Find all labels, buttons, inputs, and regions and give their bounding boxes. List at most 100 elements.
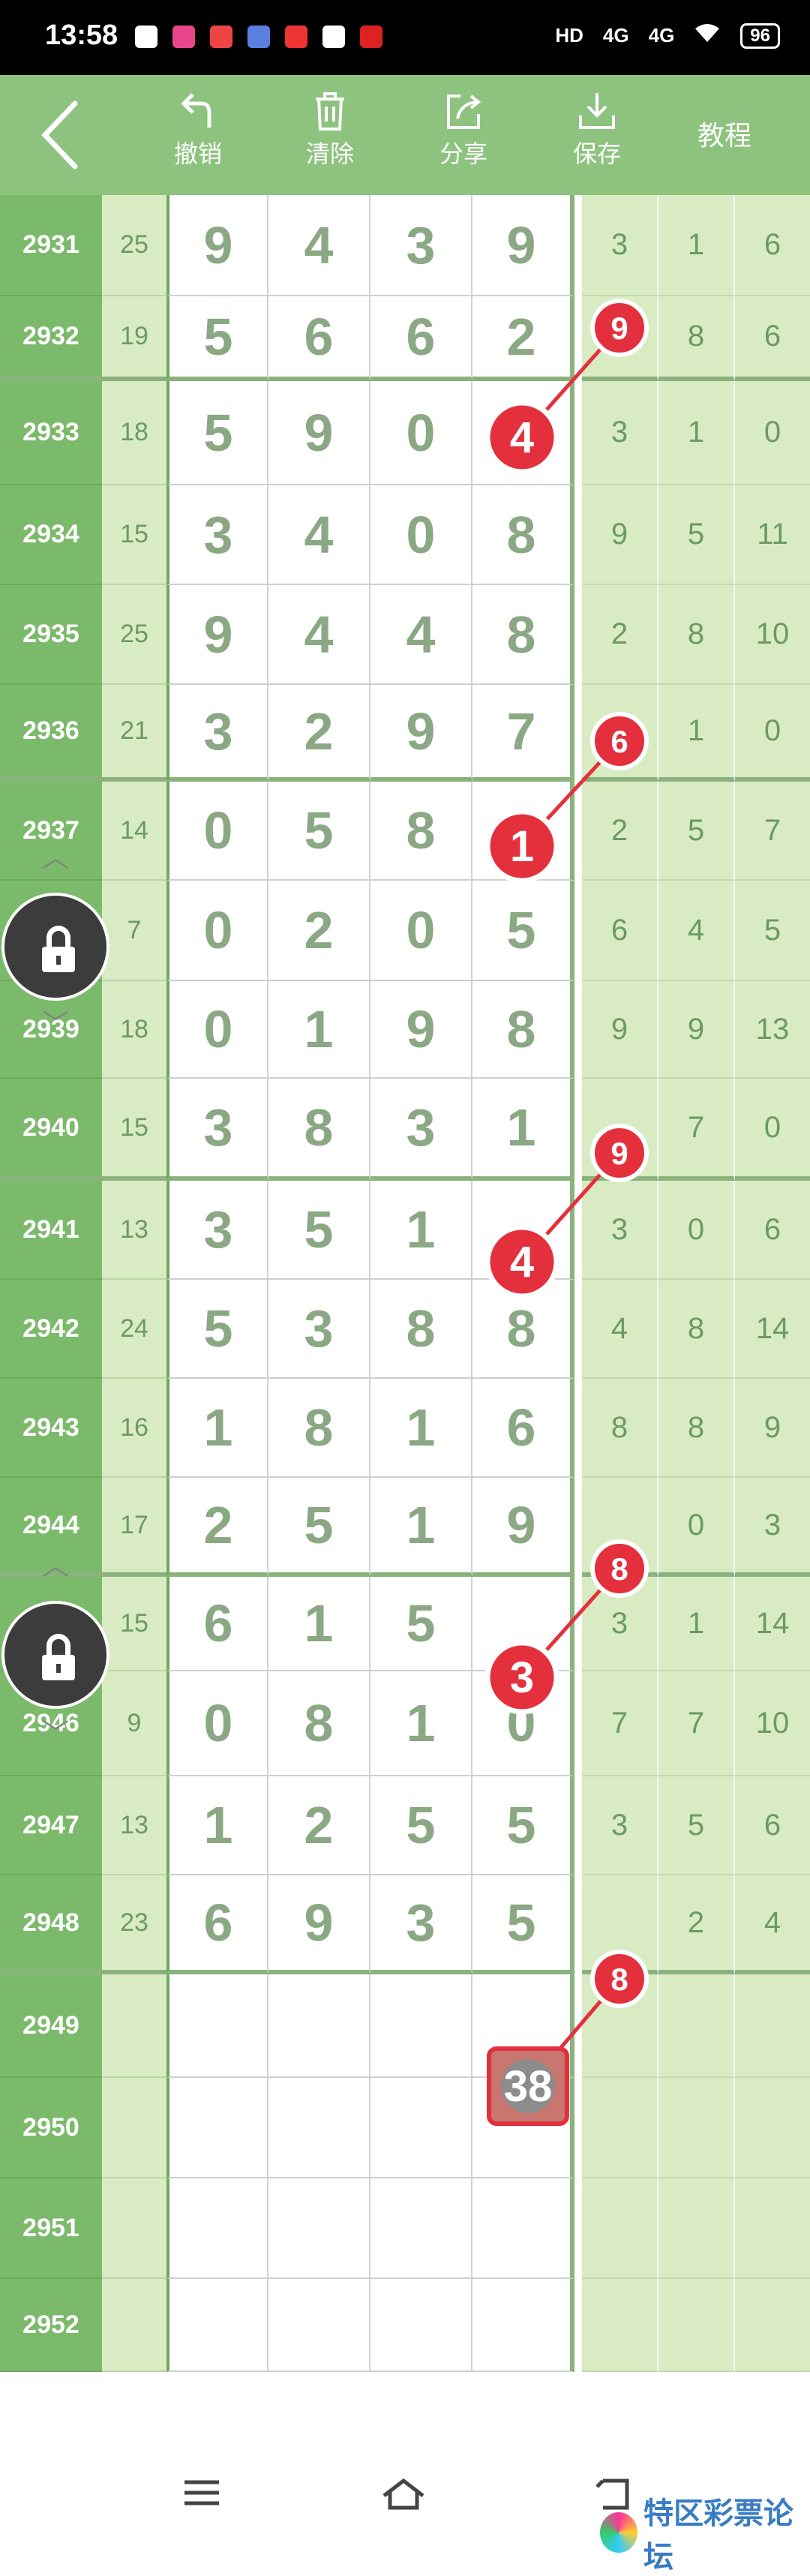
digit-cell[interactable]: 0 (370, 485, 472, 585)
save-button[interactable]: 保存 (552, 90, 642, 170)
tutorial-button[interactable]: 教程 (698, 114, 752, 153)
clear-button[interactable]: 清除 (285, 90, 375, 170)
digit-cell[interactable]: 1 (370, 1181, 472, 1280)
digit-cell[interactable] (166, 2279, 268, 2372)
digit-cell[interactable]: 5 (472, 1875, 574, 1974)
digit-cell[interactable]: 2 (268, 685, 370, 782)
digit-cell[interactable] (472, 1974, 574, 2078)
digit-cell[interactable] (370, 2078, 472, 2178)
digit-cell[interactable]: 1 (370, 1379, 472, 1478)
digit-cell[interactable] (268, 1974, 370, 2078)
digit-cell[interactable]: 4 (268, 485, 370, 585)
lock-button[interactable] (2, 1601, 110, 1709)
digit-cell[interactable] (268, 2078, 370, 2178)
digit-cell[interactable]: 2 (268, 881, 370, 981)
share-button[interactable]: 分享 (418, 90, 508, 170)
menu-button[interactable] (183, 2478, 220, 2511)
digit-cell[interactable]: 3 (268, 1280, 370, 1379)
hd-icon: HD (555, 24, 584, 47)
digit-cell[interactable]: 3 (370, 1079, 472, 1181)
digit-cell[interactable]: 5 (268, 782, 370, 881)
digit-cell[interactable]: 5 (370, 1577, 472, 1671)
digit-cell[interactable]: 1 (166, 1379, 268, 1478)
digit-cell[interactable]: 3 (370, 1875, 472, 1974)
digit-cell[interactable]: 1 (268, 981, 370, 1079)
digit-cell[interactable]: 1 (370, 1671, 472, 1776)
digit-cell[interactable] (268, 2279, 370, 2372)
digit-cell[interactable] (472, 782, 574, 881)
digit-cell[interactable]: 5 (268, 1181, 370, 1280)
digit-cell[interactable]: 0 (370, 381, 472, 485)
digit-cell[interactable]: 4 (268, 585, 370, 685)
digit-cell[interactable]: 8 (268, 1671, 370, 1776)
digit-cell[interactable]: 6 (166, 1875, 268, 1974)
digit-cell[interactable]: 0 (166, 881, 268, 981)
digit-cell[interactable]: 0 (472, 1671, 574, 1776)
digit-cell[interactable]: 8 (370, 1280, 472, 1379)
digit-cell[interactable] (472, 2178, 574, 2279)
digit-cell[interactable]: 8 (472, 485, 574, 585)
digit-cell[interactable]: 9 (472, 195, 574, 296)
digit-cell[interactable]: 4 (370, 585, 472, 685)
digit-cell[interactable]: 5 (166, 296, 268, 381)
app-notification-icon (360, 26, 382, 48)
digit-cell[interactable] (370, 1974, 472, 2078)
digit-cell[interactable]: 8 (268, 1079, 370, 1181)
digit-cell[interactable]: 2 (166, 1478, 268, 1577)
digit-cell[interactable]: 5 (268, 1478, 370, 1577)
digit-cell[interactable]: 1 (370, 1478, 472, 1577)
digit-cell[interactable]: 0 (166, 981, 268, 1079)
digit-cell[interactable]: 8 (370, 782, 472, 881)
digit-cell[interactable]: 1 (268, 1577, 370, 1671)
digit-cell[interactable]: 5 (370, 1776, 472, 1875)
digit-cell[interactable]: 9 (370, 685, 472, 782)
digit-cell[interactable] (166, 1974, 268, 2078)
digit-cell[interactable] (268, 2178, 370, 2279)
digit-cell[interactable] (166, 2178, 268, 2279)
digit-cell[interactable]: 5 (166, 381, 268, 485)
digit-cell[interactable]: 5 (472, 881, 574, 981)
undo-button[interactable]: 撤销 (153, 90, 243, 170)
digit-cell[interactable]: 0 (166, 782, 268, 881)
digit-cell[interactable]: 8 (268, 1379, 370, 1478)
lock-button[interactable] (2, 893, 110, 1001)
digit-cell[interactable]: 3 (370, 195, 472, 296)
home-button[interactable] (381, 2478, 426, 2514)
digit-cell[interactable] (370, 2279, 472, 2372)
digit-cell[interactable]: 5 (472, 1776, 574, 1875)
digit-cell[interactable]: 9 (472, 1478, 574, 1577)
digit-cell[interactable]: 6 (472, 1379, 574, 1478)
digit-cell[interactable]: 9 (166, 585, 268, 685)
digit-cell[interactable]: 3 (166, 1181, 268, 1280)
digit-cell[interactable]: 9 (166, 195, 268, 296)
digit-cell[interactable]: 8 (472, 1280, 574, 1379)
digit-cell[interactable] (472, 2279, 574, 2372)
digit-cell[interactable]: 7 (472, 685, 574, 782)
digit-cell[interactable]: 3 (166, 485, 268, 585)
digit-cell[interactable]: 5 (166, 1280, 268, 1379)
digit-cell[interactable]: 2 (472, 296, 574, 381)
digit-cell[interactable] (370, 2178, 472, 2279)
digit-cell[interactable]: 1 (166, 1776, 268, 1875)
digit-cell[interactable] (472, 1577, 574, 1671)
digit-cell[interactable] (472, 2078, 574, 2178)
digit-cell[interactable]: 9 (268, 1875, 370, 1974)
digit-cell[interactable]: 1 (472, 1079, 574, 1181)
digit-cell[interactable] (472, 381, 574, 485)
digit-cell[interactable]: 0 (166, 1671, 268, 1776)
back-button[interactable] (38, 98, 82, 173)
digit-cell[interactable] (472, 1181, 574, 1280)
digit-cell[interactable]: 2 (268, 1776, 370, 1875)
digit-cell[interactable] (166, 2078, 268, 2178)
digit-cell[interactable]: 4 (268, 195, 370, 296)
digit-cell[interactable]: 8 (472, 585, 574, 685)
digit-cell[interactable]: 8 (472, 981, 574, 1079)
digit-cell[interactable]: 9 (268, 381, 370, 485)
digit-cell[interactable]: 6 (370, 296, 472, 381)
digit-cell[interactable]: 9 (370, 981, 472, 1079)
digit-cell[interactable]: 3 (166, 685, 268, 782)
digit-cell[interactable]: 6 (268, 296, 370, 381)
digit-cell[interactable]: 0 (370, 881, 472, 981)
digit-cell[interactable]: 6 (166, 1577, 268, 1671)
digit-cell[interactable]: 3 (166, 1079, 268, 1181)
